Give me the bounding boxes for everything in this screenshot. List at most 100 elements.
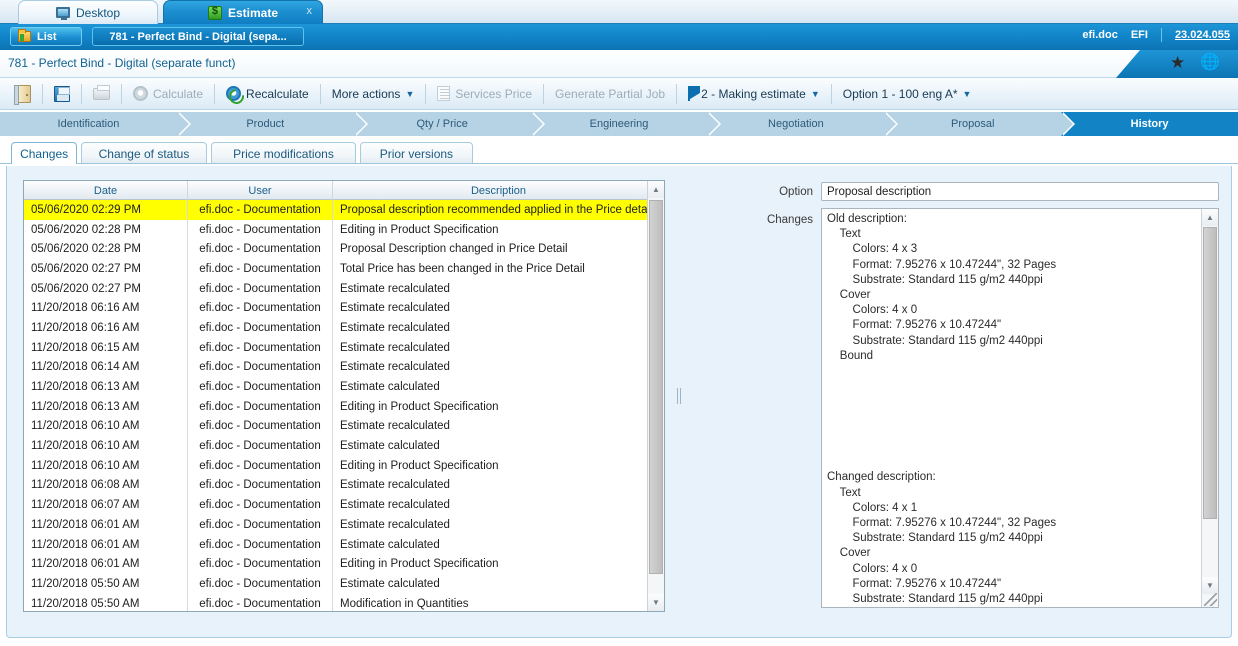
breadcrumb: 781 - Perfect Bind - Digital (separate f… [0,50,1238,78]
print-button [84,80,119,108]
cell-user: efi.doc - Documentation [188,259,333,279]
application-tab-strip: Desktop Estimate x [0,0,1238,24]
toolbar-separator [42,83,43,104]
tab-price-modifications[interactable]: Price modifications [210,142,357,164]
cell-user: efi.doc - Documentation [188,574,333,594]
cell-description: Editing in Product Specification [340,459,499,472]
scroll-thumb[interactable] [1203,227,1217,519]
cell-user: efi.doc - Documentation [188,278,333,299]
resize-grip-icon[interactable] [1204,593,1217,606]
tab-underline [0,163,1238,164]
panel-splitter[interactable] [675,180,685,612]
cell-user: efi.doc - Documentation [188,298,333,319]
table-row[interactable]: 11/20/2018 06:07 AM efi.doc - Documentati… [24,495,664,515]
table-row[interactable]: 11/20/2018 06:01 AM efi.doc - Documentati… [24,554,664,575]
cell-date: 11/20/2018 06:01 AM [24,515,188,535]
tab-changes[interactable]: Changes [11,142,78,164]
wizard-step-product[interactable]: Product [176,112,368,136]
table-row[interactable]: 11/20/2018 06:14 AM efi.doc - Documentati… [24,357,664,378]
scroll-up-icon[interactable]: ▲ [1202,209,1218,226]
cell-date: 11/20/2018 06:16 AM [24,298,188,319]
cell-description: Estimate calculated [340,381,440,394]
scroll-thumb[interactable] [649,200,663,574]
cell-date: 05/06/2020 02:27 PM [24,278,188,299]
table-row[interactable]: 11/20/2018 05:50 AM efi.doc - Documentati… [24,574,664,594]
status-dropdown[interactable]: 2 - Making estimate ▼ [679,80,829,108]
table-row[interactable]: 11/20/2018 06:08 AM efi.doc - Documentati… [24,475,664,496]
header-version[interactable]: 23.024.055 [1175,29,1230,41]
table-row[interactable]: 11/20/2018 06:01 AM efi.doc - Documentati… [24,515,664,535]
changes-textarea[interactable]: Old description: Text Colors: 4 x 3 Form… [821,208,1219,608]
cell-user: efi.doc - Documentation [188,337,333,358]
app-tab-estimate[interactable]: Estimate x [163,0,323,24]
exit-button[interactable] [8,80,40,108]
folder-icon [18,29,31,42]
table-row[interactable]: 11/20/2018 06:10 AM efi.doc - Documentati… [24,436,664,456]
cell-date: 05/06/2020 02:27 PM [24,259,188,279]
toolbar-separator [676,83,678,104]
header-user-info: efi.doc EFI 23.024.055 [1082,28,1230,42]
table-row[interactable]: 11/20/2018 06:13 AM efi.doc - Documentati… [24,377,664,397]
scroll-down-icon[interactable]: ▼ [1202,577,1218,594]
wizard-step-engineering[interactable]: Engineering [530,112,722,136]
cell-date: 11/20/2018 06:13 AM [24,377,188,397]
column-header-user[interactable]: User [188,181,333,200]
cell-description: Estimate recalculated [340,321,450,334]
wizard-step-identification[interactable]: Identification [0,112,191,136]
app-tab-desktop[interactable]: Desktop [18,0,158,24]
table-vertical-scrollbar[interactable]: ▲ ▼ [647,181,664,611]
option-field-value: Proposal description [827,185,932,198]
column-header-description[interactable]: Description [333,181,664,200]
chevron-down-icon: ▼ [962,88,972,99]
option-dropdown[interactable]: Option 1 - 100 eng A* ▼ [834,80,981,108]
more-actions-menu[interactable]: More actions ▼ [323,80,424,108]
table-row[interactable]: 11/20/2018 06:10 AM efi.doc - Documentati… [24,455,664,476]
document-title-button[interactable]: 781 - Perfect Bind - Digital (sepa... [92,27,304,46]
column-header-date[interactable]: Date [24,181,188,200]
list-button[interactable]: List [10,27,82,46]
toolbar-separator [214,83,216,104]
table-row[interactable]: 05/06/2020 02:29 PM efi.doc - Documentati… [24,200,664,220]
wizard-steps: Identification Product Qty / Price Engineer… [0,112,1238,136]
table-row[interactable]: 11/20/2018 06:01 AM efi.doc - Documentati… [24,534,664,555]
cell-user: efi.doc - Documentation [188,593,333,611]
wizard-step-qty-price[interactable]: Qty / Price [353,112,545,136]
tab-label: Prior versions [379,146,454,161]
table-row[interactable]: 11/20/2018 06:16 AM efi.doc - Documentati… [24,298,664,319]
wizard-step-proposal[interactable]: Proposal [884,112,1076,136]
cell-date: 11/20/2018 06:07 AM [24,495,188,515]
table-row[interactable]: 05/06/2020 02:27 PM efi.doc - Documentati… [24,259,664,279]
globe-icon[interactable]: 🌐 [1200,54,1220,71]
table-row[interactable]: 11/20/2018 06:13 AM efi.doc - Documentati… [24,396,664,417]
table-row[interactable]: 11/20/2018 06:10 AM efi.doc - Documentati… [24,416,664,437]
tab-change-of-status[interactable]: Change of status [81,142,207,164]
option-field[interactable]: Proposal description [821,182,1219,201]
cell-description: Estimate recalculated [340,341,450,354]
save-button[interactable] [45,80,79,108]
table-row[interactable]: 05/06/2020 02:27 PM efi.doc - Documentati… [24,278,664,299]
scroll-up-icon[interactable]: ▲ [648,181,664,198]
wizard-step-negotiation[interactable]: Negotiation [707,112,899,136]
wizard-step-history[interactable]: History [1061,112,1238,136]
recalculate-button[interactable]: Recalculate [217,80,318,108]
tab-prior-versions[interactable]: Prior versions [360,142,473,164]
close-icon[interactable]: x [307,5,313,17]
changes-vertical-scrollbar[interactable]: ▲ ▼ [1201,209,1218,607]
favorite-star-icon[interactable]: ★ [1170,54,1185,71]
wizard-step-label: Product [246,118,285,130]
scroll-down-icon[interactable]: ▼ [648,594,664,611]
toolbar-separator [319,83,321,104]
recalculate-label: Recalculate [246,86,309,101]
header-divider [1160,28,1162,42]
cell-date: 11/20/2018 06:01 AM [24,554,188,575]
tab-label: Price modifications [233,146,334,161]
document-header-bar: List 781 - Perfect Bind - Digital (sepa.… [0,24,1238,50]
table-row[interactable]: 11/20/2018 05:50 AM efi.doc - Documentati… [24,593,664,611]
table-row[interactable]: 11/20/2018 06:15 AM efi.doc - Documentati… [24,337,664,358]
toolbar-separator [830,83,832,104]
table-row[interactable]: 05/06/2020 02:28 PM efi.doc - Documentati… [24,239,664,260]
changes-textarea-value: Old description: Text Colors: 4 x 3 Form… [827,213,1057,606]
table-row[interactable]: 11/20/2018 06:16 AM efi.doc - Documentati… [24,318,664,338]
document-title-label: 781 - Perfect Bind - Digital (sepa... [109,30,287,43]
table-row[interactable]: 05/06/2020 02:28 PM efi.doc - Documentati… [24,219,664,240]
